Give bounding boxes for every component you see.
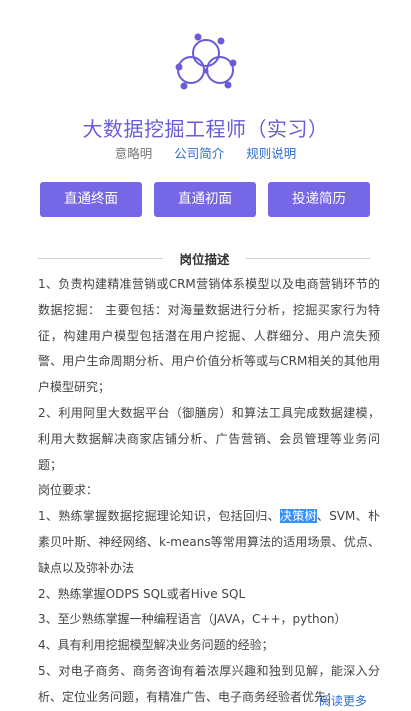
direct-final-interview-button[interactable]: 直通终面 [40,182,142,217]
selected-text[interactable]: 决策树 [279,509,317,524]
direct-first-interview-button[interactable]: 直通初面 [154,182,256,217]
requirements-heading: 岗位要求： [38,483,99,498]
job-title: 大数据挖掘工程师（实习） [82,117,329,141]
requirement-item: 4、具有利用挖掘模型解决业务问题的经验； [38,638,274,653]
requirement-item: 1、熟练掌握数据挖掘理论知识，包括回归、决策树、SVM、朴素贝叶斯、神经网络、k… [38,504,380,581]
company-links-row: 意略明 公司简介 规则说明 [0,143,411,162]
read-more-link[interactable]: 阅读更多 [319,692,367,709]
description-paragraph: 1、负责构建精准营销或CRM营销体系模型以及电商营销环节的数据挖掘： 主要包括：… [38,277,380,395]
requirement-item: 3、至少熟练掌握一种编程语言（JAVA，C++，python） [38,612,347,627]
submit-resume-button[interactable]: 投递简历 [268,182,370,217]
job-description: 1、负责构建精准营销或CRM营销体系模型以及电商营销环节的数据挖掘： 主要包括：… [38,272,380,711]
company-intro-link[interactable]: 公司简介 [174,146,224,161]
section-divider-right [246,258,370,259]
description-paragraph: 2、利用阿里大数据平台（御膳房）和算法工具完成数据建模，利用大数据解决商家店铺分… [38,405,380,472]
requirement-text: 1、熟练掌握数据挖掘理论知识，包括回归、 [38,509,280,524]
logo-icon [175,33,237,90]
company-name: 意略明 [114,146,153,161]
section-divider-left [38,258,163,259]
rules-link[interactable]: 规则说明 [246,146,296,161]
requirement-item: 2、熟练掌握ODPS SQL或者Hive SQL [38,586,246,601]
section-title: 岗位描述 [179,252,230,267]
